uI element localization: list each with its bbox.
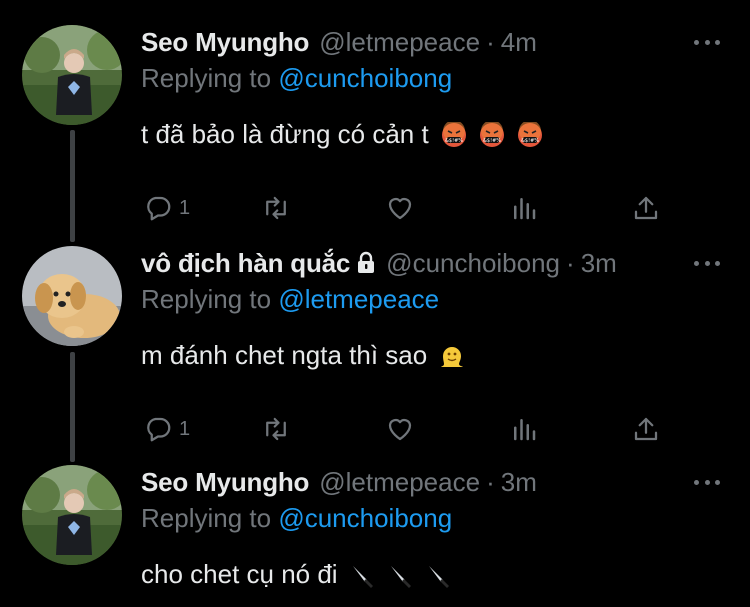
svg-text:&$!#%: &$!#% bbox=[521, 138, 539, 144]
reply-button[interactable]: 1 bbox=[143, 412, 190, 446]
display-name[interactable]: vô địch hàn quắc bbox=[141, 248, 350, 279]
tweet-text: t đã bảo là đừng có cản t &$!#% &$!#% &$… bbox=[141, 119, 543, 150]
replying-to: Replying to @cunchoibong bbox=[141, 63, 452, 94]
timestamp[interactable]: 3m bbox=[581, 248, 617, 279]
like-icon bbox=[388, 197, 412, 220]
like-button[interactable] bbox=[385, 412, 415, 446]
analytics-icon bbox=[514, 419, 536, 441]
tweet-text: m đánh chet ngta thì sao bbox=[141, 340, 465, 371]
replying-to-handle[interactable]: @cunchoibong bbox=[278, 503, 452, 533]
separator-dot: · bbox=[486, 466, 495, 497]
tweet-text-content: m đánh chet ngta thì sao bbox=[141, 340, 428, 370]
svg-text:&$!#%: &$!#% bbox=[483, 138, 501, 144]
avatar[interactable] bbox=[22, 25, 122, 125]
retweet-button[interactable] bbox=[261, 191, 291, 225]
tweet-text-content: t đã bảo là đừng có cản t bbox=[141, 119, 429, 149]
retweet-button[interactable] bbox=[261, 412, 291, 446]
reply-icon bbox=[147, 196, 171, 221]
tweet[interactable]: vô địch hàn quắc @cunchoibong · 3m Reply… bbox=[0, 246, 750, 446]
more-icon[interactable] bbox=[694, 471, 720, 493]
more-icon[interactable] bbox=[694, 31, 720, 53]
timestamp[interactable]: 3m bbox=[501, 467, 537, 498]
tweet[interactable]: Seo Myungho @letmepeace · 3m Replying to… bbox=[0, 465, 750, 607]
like-icon bbox=[388, 418, 412, 441]
replying-to-handle[interactable]: @letmepeace bbox=[278, 284, 439, 314]
timestamp[interactable]: 4m bbox=[501, 27, 537, 58]
reply-icon bbox=[147, 417, 171, 442]
tweet-text-content: cho chet cụ nó đi bbox=[141, 559, 338, 589]
display-name[interactable]: Seo Myungho bbox=[141, 467, 309, 498]
retweet-icon bbox=[266, 417, 286, 441]
retweet-icon bbox=[266, 196, 286, 220]
separator-dot: · bbox=[486, 26, 495, 57]
replying-to-label: Replying to bbox=[141, 284, 272, 314]
separator-dot: · bbox=[566, 247, 575, 278]
avatar[interactable] bbox=[22, 465, 122, 565]
swearing-face-icon: &$!#% bbox=[479, 121, 504, 147]
share-button[interactable] bbox=[631, 191, 661, 225]
display-name[interactable]: Seo Myungho bbox=[141, 27, 309, 58]
lock-icon bbox=[358, 251, 375, 273]
knife-icon bbox=[428, 565, 449, 588]
reply-count: 1 bbox=[179, 417, 191, 440]
analytics-button[interactable] bbox=[509, 191, 539, 225]
swearing-face-icon: &$!#% bbox=[441, 121, 466, 147]
replying-to-handle[interactable]: @cunchoibong bbox=[278, 63, 452, 93]
tweet[interactable]: Seo Myungho @letmepeace · 4m Replying to… bbox=[0, 25, 750, 225]
like-button[interactable] bbox=[385, 191, 415, 225]
share-icon bbox=[634, 417, 658, 441]
share-icon bbox=[634, 196, 658, 220]
swearing-face-icon: &$!#% bbox=[517, 121, 542, 147]
user-handle[interactable]: @cunchoibong bbox=[386, 248, 560, 279]
reply-button[interactable]: 1 bbox=[143, 191, 190, 225]
replying-to-label: Replying to bbox=[141, 63, 272, 93]
analytics-icon bbox=[514, 198, 536, 220]
tweet-actions: 1 bbox=[143, 412, 663, 446]
melting-face-icon bbox=[441, 346, 464, 367]
user-handle[interactable]: @letmepeace bbox=[319, 27, 480, 58]
replying-to: Replying to @letmepeace bbox=[141, 284, 439, 315]
svg-text:&$!#%: &$!#% bbox=[445, 138, 463, 144]
knife-icon bbox=[352, 565, 373, 588]
analytics-button[interactable] bbox=[509, 412, 539, 446]
share-button[interactable] bbox=[631, 412, 661, 446]
user-handle[interactable]: @letmepeace bbox=[319, 467, 480, 498]
reply-count: 1 bbox=[179, 196, 191, 219]
knife-icon bbox=[390, 565, 411, 588]
more-icon[interactable] bbox=[694, 252, 720, 274]
replying-to-label: Replying to bbox=[141, 503, 272, 533]
avatar[interactable] bbox=[22, 246, 122, 346]
replying-to: Replying to @cunchoibong bbox=[141, 503, 452, 534]
tweet-actions: 1 bbox=[143, 191, 663, 225]
tweet-text: cho chet cụ nó đi bbox=[141, 559, 452, 590]
